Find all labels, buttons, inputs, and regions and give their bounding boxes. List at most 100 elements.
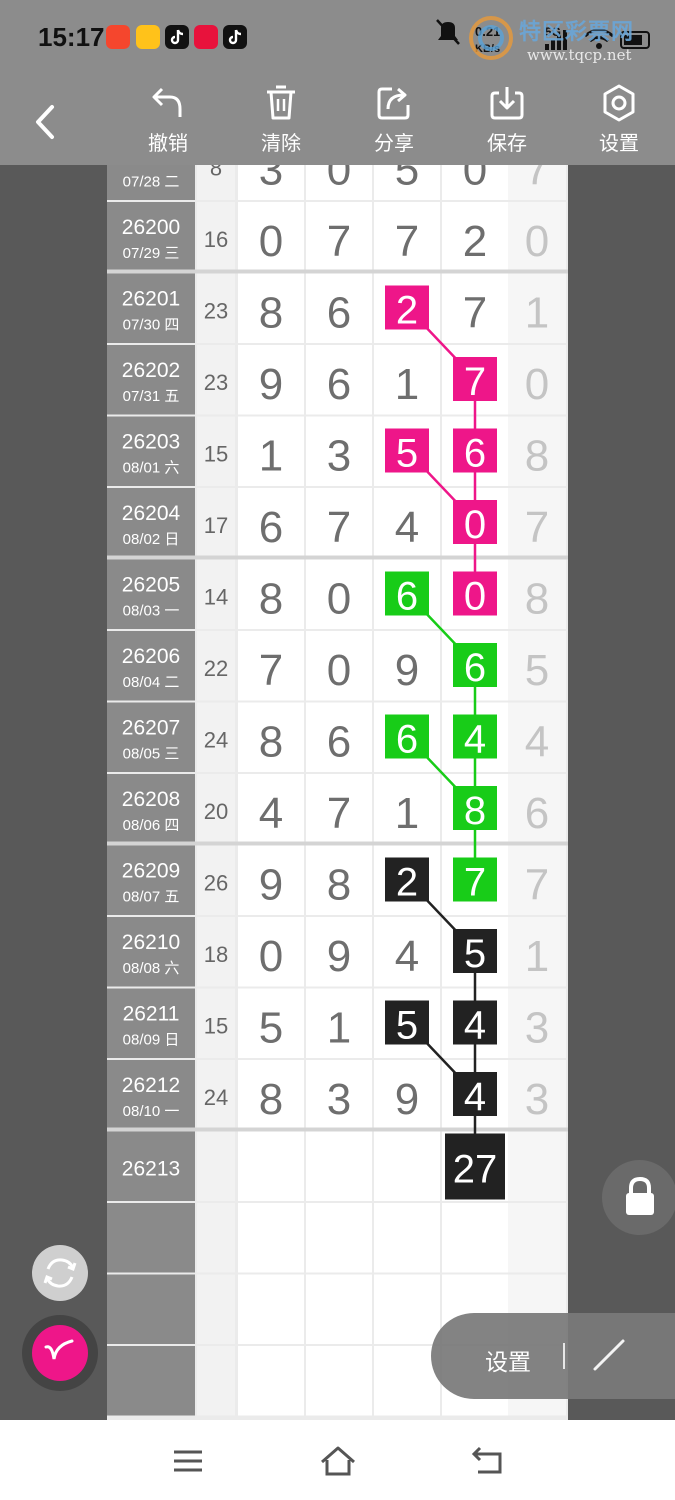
digit-value: 9 bbox=[395, 646, 419, 695]
table-row[interactable]: 2620508/03 一1480608 bbox=[107, 559, 566, 630]
marked-digit[interactable]: 5 bbox=[385, 428, 429, 476]
share-button[interactable]: 分享 bbox=[354, 83, 434, 163]
app-icon bbox=[136, 25, 160, 49]
chevron-left-icon bbox=[36, 105, 54, 139]
marked-digit[interactable]: 2 bbox=[385, 285, 429, 333]
table-row[interactable]: 26206 08/04 二 22 709 65 bbox=[107, 631, 566, 701]
digit-value: 8 bbox=[259, 718, 283, 767]
issue-number: 26204 bbox=[122, 502, 181, 525]
sum-cell bbox=[197, 1274, 235, 1344]
table-row[interactable]: 26208 08/06 四 20 471 86 bbox=[107, 774, 566, 844]
mark-value: 5 bbox=[396, 1004, 418, 1048]
mark-value: 6 bbox=[464, 432, 486, 476]
marked-digit[interactable]: 7 bbox=[453, 857, 497, 905]
back-button[interactable] bbox=[26, 97, 66, 147]
mark-value: 0 bbox=[464, 503, 486, 547]
menu-nav-button[interactable] bbox=[168, 1444, 208, 1478]
refresh-icon bbox=[43, 1258, 77, 1288]
table-row[interactable]: 26201 07/30 四 23 86 2 71 bbox=[107, 273, 566, 344]
lock-button[interactable] bbox=[602, 1160, 675, 1235]
extra-digit: 5 bbox=[525, 646, 549, 695]
sum-value: 24 bbox=[204, 1085, 228, 1110]
digit-value: 1 bbox=[259, 432, 283, 481]
table-row[interactable]: 07/28 二 8 3 0 5 0 7 bbox=[107, 165, 566, 200]
extra-digit: 1 bbox=[525, 932, 549, 981]
line-icon[interactable] bbox=[589, 1335, 629, 1375]
table-row[interactable]: 26202 07/31 五 23 961 70 bbox=[107, 345, 566, 415]
watermark-url: www.tqcp.net bbox=[527, 46, 632, 64]
mark-value: 6 bbox=[464, 646, 486, 690]
menu-icon bbox=[174, 1450, 202, 1472]
sum-value: 16 bbox=[204, 227, 228, 252]
digit-cell bbox=[374, 1131, 440, 1201]
system-nav-bar bbox=[0, 1420, 675, 1500]
digit-value: 6 bbox=[259, 503, 283, 552]
table-row[interactable]: 2620007/29 三16 0 7 7 2 0 bbox=[107, 202, 566, 272]
home-nav-button[interactable] bbox=[318, 1444, 358, 1478]
sum-cell bbox=[197, 1131, 235, 1201]
marked-digit[interactable]: 6 bbox=[385, 714, 429, 762]
digit-value: 6 bbox=[327, 718, 351, 767]
marked-digit[interactable]: 0 bbox=[453, 500, 497, 547]
digit-value: 9 bbox=[259, 360, 283, 409]
sum-value: 26 bbox=[204, 871, 228, 896]
mark-value: 2 bbox=[396, 289, 418, 333]
home-icon bbox=[321, 1446, 355, 1476]
marked-digit[interactable]: 4 bbox=[453, 1000, 497, 1048]
marked-digit[interactable]: 4 bbox=[453, 1072, 497, 1119]
marked-digit[interactable]: 2 bbox=[385, 857, 429, 905]
table-row[interactable] bbox=[107, 1203, 566, 1273]
gear-icon bbox=[603, 84, 635, 122]
issue-date: 08/07 五 bbox=[123, 889, 180, 906]
table-row[interactable]: 2621208/10 一2483943 bbox=[107, 1060, 566, 1130]
marked-digit[interactable]: 27 bbox=[445, 1133, 505, 1200]
digit-cell bbox=[306, 1274, 372, 1344]
settings-button[interactable]: 设置 bbox=[579, 83, 659, 163]
pen-color-button[interactable] bbox=[22, 1315, 98, 1391]
tiktok-icon bbox=[223, 25, 247, 49]
digit-value: 2 bbox=[463, 217, 487, 266]
marked-digit[interactable]: 5 bbox=[453, 929, 497, 976]
digit-value: 9 bbox=[259, 861, 283, 910]
issue-date: 08/04 二 bbox=[123, 674, 180, 691]
marked-digit[interactable]: 0 bbox=[453, 571, 497, 619]
table-row[interactable]: 26210 08/08 六 18 094 51 bbox=[107, 917, 566, 987]
app-icon bbox=[194, 25, 218, 49]
table-row[interactable]: 2621108/09 日1551543 bbox=[107, 988, 566, 1059]
marked-digit[interactable]: 4 bbox=[453, 714, 497, 762]
table-row[interactable]: 26203 08/01 六 15 13 5 68 bbox=[107, 416, 566, 487]
issue-number: 26203 bbox=[122, 431, 180, 454]
chart-area[interactable]: 07/28 二 8 3 0 5 0 7 26200 07/29 三 16 0 7 7 2 0 26201 07/… bbox=[0, 165, 675, 1420]
issue-number: 26211 bbox=[123, 1003, 180, 1026]
refresh-button[interactable] bbox=[32, 1245, 88, 1301]
marked-digit[interactable]: 7 bbox=[453, 357, 497, 404]
floating-settings-panel[interactable]: 设置 bbox=[431, 1313, 675, 1399]
marked-digit[interactable]: 8 bbox=[453, 786, 497, 833]
table-row[interactable]: 2620708/05 三2486644 bbox=[107, 702, 566, 773]
marked-digit[interactable]: 6 bbox=[453, 428, 497, 476]
digit-value: 6 bbox=[327, 289, 351, 338]
extra-digit: 8 bbox=[525, 575, 549, 624]
issue-date: 08/02 日 bbox=[123, 531, 180, 548]
floating-settings-label[interactable]: 设置 bbox=[485, 1343, 531, 1377]
digit-cell bbox=[238, 1346, 304, 1416]
settings-label: 设置 bbox=[599, 131, 639, 155]
save-button[interactable]: 保存 bbox=[467, 83, 547, 163]
marked-digit[interactable]: 5 bbox=[385, 1000, 429, 1048]
table-row[interactable]: 26209 08/07 五 26 98 2 77 bbox=[107, 845, 566, 916]
marked-digit[interactable]: 6 bbox=[385, 571, 429, 619]
extra-digit: 3 bbox=[525, 1004, 549, 1053]
digit-value: 7 bbox=[395, 217, 419, 266]
mark-value: 6 bbox=[396, 718, 418, 762]
back-nav-button[interactable] bbox=[468, 1444, 508, 1478]
issue-number: 26202 bbox=[122, 359, 180, 382]
digit-value: 0 bbox=[259, 932, 283, 981]
clear-button[interactable]: 清除 bbox=[241, 83, 321, 163]
sum-cell bbox=[197, 1203, 235, 1273]
digit-value: 6 bbox=[327, 360, 351, 409]
undo-button[interactable]: 撤销 bbox=[128, 83, 208, 163]
table-row[interactable]: 2620408/02 日1767407 bbox=[107, 488, 566, 558]
trend-table[interactable]: 07/28 二 8 3 0 5 0 7 26200 07/29 三 16 0 7 7 2 0 26201 07/… bbox=[107, 165, 568, 1420]
marked-digit[interactable]: 6 bbox=[453, 643, 497, 690]
digit-value: 7 bbox=[327, 503, 351, 552]
